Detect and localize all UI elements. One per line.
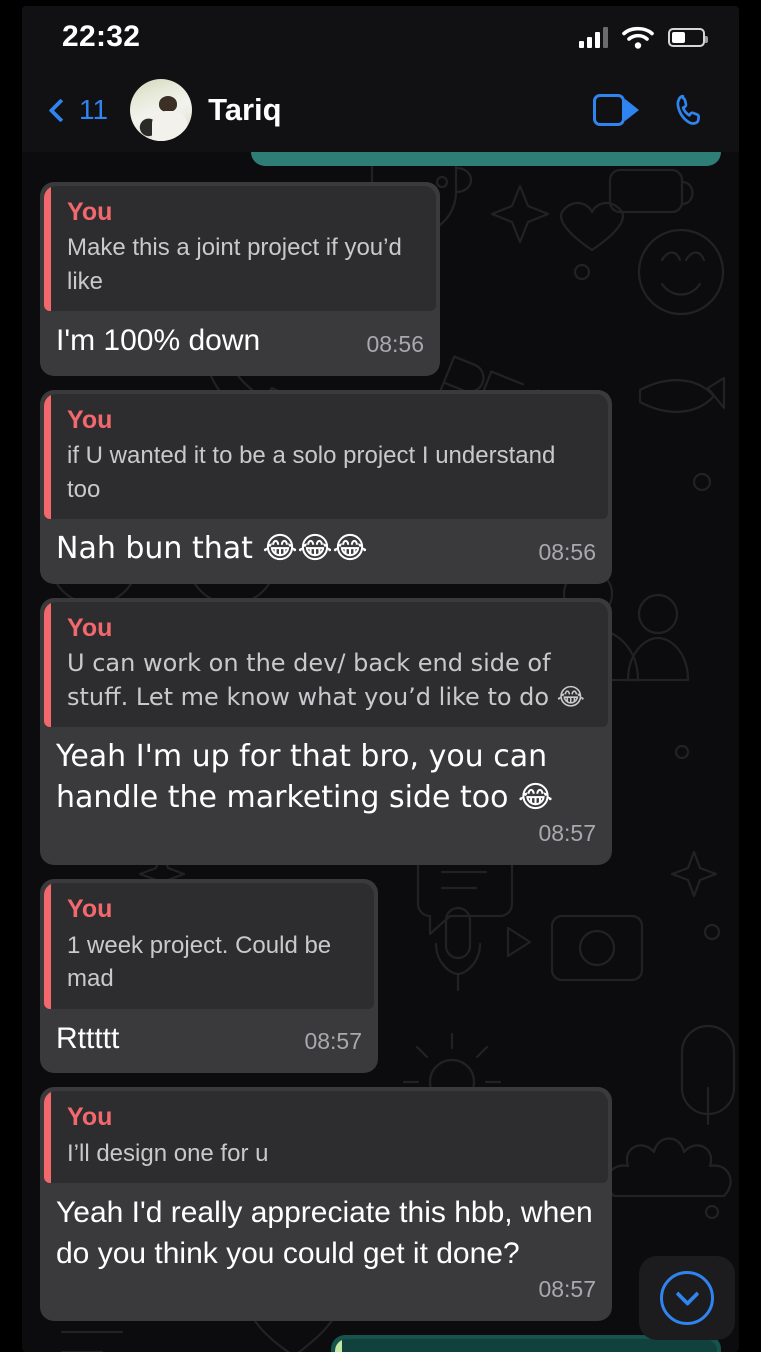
wifi-icon	[622, 26, 654, 49]
quoted-reply[interactable]: You if U wanted it to be a solo project …	[44, 393, 608, 520]
status-bar-clock: 22:32	[62, 20, 141, 53]
message-timestamp: 08:57	[538, 1276, 596, 1303]
message-text: Rttttt	[56, 1021, 120, 1055]
quote-text: 1 week project. Could be mad	[67, 931, 332, 993]
status-bar: 22:32	[22, 6, 739, 68]
quote-text: I’ll design one for u	[67, 1139, 269, 1167]
chevron-left-icon	[48, 97, 73, 123]
message-bubble-incoming[interactable]: You I’ll design one for u Yeah I'd reall…	[40, 1087, 612, 1322]
quote-author: You	[67, 198, 113, 226]
message-text: Yeah I'd really appreciate this hbb, whe…	[56, 1196, 593, 1270]
contact-name: Tariq	[208, 92, 282, 127]
message-text: Yeah I'm up for that bro, you can handle…	[56, 739, 554, 815]
quoted-reply[interactable]: You I’ll design one for u	[44, 1091, 608, 1184]
quoted-reply[interactable]: You 1 week project. Could be mad	[44, 883, 374, 1009]
message-row: You 1 week project. Could be mad Rttttt …	[40, 879, 721, 1074]
quote-text: Make this a joint project if you’d like	[67, 234, 402, 295]
quote-accent-bar	[44, 883, 51, 1009]
quoted-reply[interactable]: You Make this a joint project if you’d l…	[44, 186, 436, 312]
header-actions	[593, 92, 709, 128]
chat-header: 11 Tariq	[22, 68, 739, 152]
message-list[interactable]: You Make this a joint project if you’d l…	[22, 152, 739, 1352]
quote-author: You	[67, 1103, 113, 1132]
message-row: Tariq Nah bun that 😂😂😂 Looool cool cool …	[40, 1335, 721, 1352]
message-bubble-incoming[interactable]: You 1 week project. Could be mad Rttttt …	[40, 879, 378, 1074]
message-timestamp: 08:57	[538, 820, 596, 847]
cellular-signal-icon	[579, 26, 608, 48]
message-row: You if U wanted it to be a solo project …	[40, 389, 721, 584]
scroll-to-bottom-button[interactable]	[639, 1256, 735, 1340]
message-meta: 08:56	[366, 329, 424, 362]
quote-accent-bar	[335, 1339, 342, 1352]
quote-text: if U wanted it to be a solo project I un…	[67, 442, 556, 503]
quote-accent-bar	[44, 1091, 51, 1184]
contact-avatar[interactable]	[130, 79, 193, 141]
message-bubble-incoming[interactable]: You U can work on the dev/ back end side…	[40, 597, 612, 866]
message-bubble-incoming[interactable]: You Make this a joint project if you’d l…	[40, 182, 440, 376]
quoted-reply[interactable]: Tariq Nah bun that 😂😂😂	[335, 1339, 717, 1352]
message-timestamp: 08:56	[538, 538, 596, 565]
quoted-reply[interactable]: You U can work on the dev/ back end side…	[44, 601, 608, 728]
message-meta: 08:57	[538, 1274, 596, 1307]
message-bubble-incoming[interactable]: You if U wanted it to be a solo project …	[40, 389, 612, 584]
message-partial-top	[251, 152, 721, 166]
battery-icon	[668, 27, 708, 47]
quote-accent-bar	[44, 601, 51, 728]
chevron-down-circle-icon	[660, 1271, 714, 1325]
unread-count-badge: 11	[79, 94, 109, 125]
message-row: You I’ll design one for u Yeah I'd reall…	[40, 1087, 721, 1322]
message-meta: 08:56	[538, 537, 596, 570]
quote-author: You	[67, 613, 113, 642]
quote-author: You	[67, 405, 113, 434]
video-camera-icon[interactable]	[593, 94, 639, 126]
message-meta: 08:57	[538, 818, 596, 851]
message-meta: 08:57	[304, 1026, 362, 1059]
phone-frame: 22:32 11 Tariq You Make this a joint pro…	[0, 0, 761, 1352]
message-timestamp: 08:56	[366, 330, 424, 357]
phone-screen: 22:32 11 Tariq You Make this a joint pro…	[22, 6, 739, 1352]
message-timestamp: 08:57	[304, 1028, 362, 1055]
quote-accent-bar	[44, 393, 51, 520]
message-row: You Make this a joint project if you’d l…	[40, 182, 721, 376]
message-thread: You Make this a joint project if you’d l…	[22, 152, 739, 1352]
quote-text: U can work on the dev/ back end side of …	[67, 649, 585, 711]
back-button[interactable]: 11	[48, 94, 109, 126]
message-text: I'm 100% down	[56, 324, 261, 358]
quote-author: You	[67, 895, 113, 924]
message-text: Nah bun that 😂😂😂	[56, 531, 368, 567]
phone-icon[interactable]	[673, 92, 709, 128]
quote-accent-bar	[44, 186, 51, 312]
message-row: You U can work on the dev/ back end side…	[40, 597, 721, 866]
status-bar-indicators	[579, 25, 708, 50]
